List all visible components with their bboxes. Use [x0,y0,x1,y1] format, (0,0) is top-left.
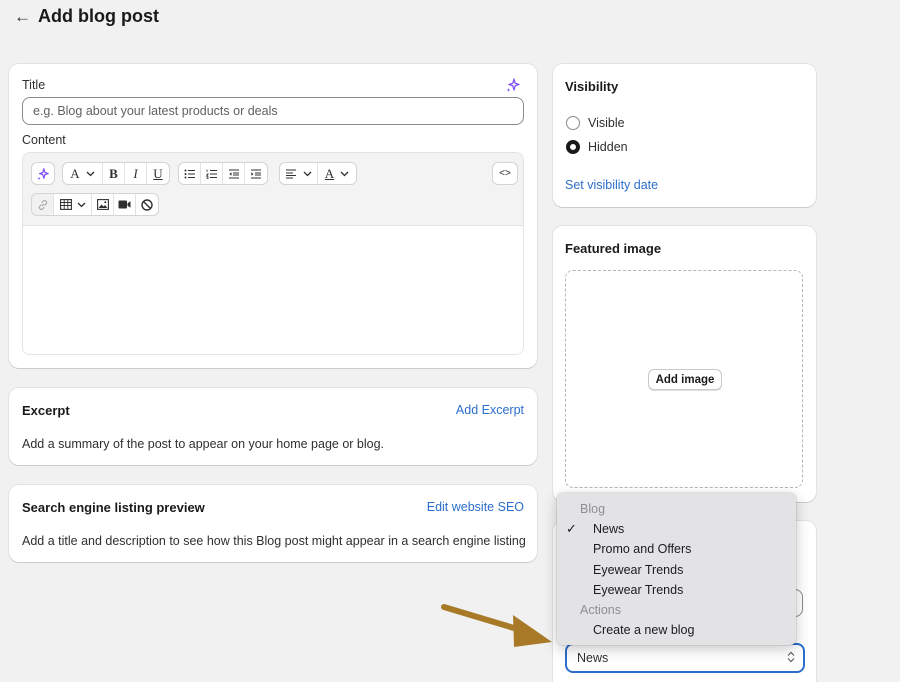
font-icon: A [70,165,80,181]
radio-label: Visible [588,116,625,130]
visibility-title: Visibility [565,79,619,94]
link-icon[interactable] [32,194,54,215]
title-input[interactable] [22,97,524,125]
title-label: Title [22,78,46,92]
content-textarea[interactable] [23,226,523,354]
insert-group [31,193,159,216]
dropdown-option-eyewear[interactable]: Eyewear Trends [557,560,796,580]
italic-icon[interactable]: I [125,163,147,184]
magic-group [31,162,55,185]
magic-icon[interactable] [505,77,521,93]
image-icon[interactable] [92,194,114,215]
text-format-group: A B I U [62,162,170,185]
align-color-group: A [279,162,357,185]
add-excerpt-link[interactable]: Add Excerpt [456,403,524,417]
blog-select[interactable]: News [565,643,805,673]
excerpt-description: Add a summary of the post to appear on y… [22,437,385,451]
dropdown-group-label: Blog [580,502,606,517]
radio-label: Hidden [588,140,628,154]
option-label: News [593,522,625,537]
dropdown-option-eyewear-2[interactable]: Eyewear Trends [557,580,796,600]
align-left-icon [286,168,296,179]
option-label: Eyewear Trends [593,582,684,597]
bold-icon[interactable]: B [103,163,125,184]
title-content-card: Title Content A B I U [9,64,537,368]
seo-title: Search engine listing preview [22,500,205,515]
chevron-down-icon [340,171,349,176]
clear-formatting-icon[interactable] [136,194,158,215]
font-dropdown[interactable]: A [63,163,103,184]
option-label: Eyewear Trends [593,562,684,577]
blog-dropdown-menu: Blog ✓ News Promo and Offers Eyewear Tre… [557,493,796,645]
code-group: <> [492,162,518,185]
featured-image-title: Featured image [565,241,662,256]
bulleted-list-icon[interactable] [179,163,201,184]
table-dropdown[interactable] [54,194,92,215]
dropdown-option-promo[interactable]: Promo and Offers [557,539,796,559]
editor-toolbar: A B I U A <> [23,153,523,226]
option-label: Create a new blog [593,623,695,638]
dropdown-group-label: Actions [580,603,621,618]
video-icon[interactable] [114,194,136,215]
dropdown-option-news[interactable]: ✓ News [557,519,796,539]
featured-image-card: Featured image Add image [553,226,816,502]
option-label: Promo and Offers [593,542,692,557]
list-group [178,162,268,185]
table-icon [59,199,72,210]
edit-seo-link[interactable]: Edit website SEO [427,500,524,514]
arrow-left-icon[interactable]: ← [14,8,31,25]
text-color-icon: A [324,165,335,181]
content-editor: A B I U A <> [22,152,524,355]
image-dropzone[interactable]: Add image [565,270,803,488]
radio-hidden[interactable]: Hidden [566,140,628,154]
underline-icon[interactable]: U [147,163,169,184]
page-header: ← Add blog post [14,4,159,28]
blog-select-value: News [577,651,609,665]
magic-icon[interactable] [32,163,54,184]
code-view-icon[interactable]: <> [493,163,517,184]
indent-icon[interactable] [245,163,267,184]
checkmark-icon: ✓ [566,521,577,537]
content-label: Content [22,133,66,147]
radio-visible[interactable]: Visible [566,116,625,130]
chevron-down-icon [86,171,95,176]
add-image-button[interactable]: Add image [648,369,722,390]
chevron-up-down-icon [787,651,795,665]
chevron-down-icon [303,171,312,176]
seo-card: Search engine listing preview Edit websi… [9,485,537,562]
dropdown-option-create-blog[interactable]: Create a new blog [557,620,796,640]
seo-description: Add a title and description to see how t… [22,534,526,548]
numbered-list-icon[interactable] [201,163,223,184]
page-title: Add blog post [38,5,159,26]
chevron-down-icon [77,202,85,207]
align-dropdown[interactable] [280,163,318,184]
excerpt-card: Excerpt Add Excerpt Add a summary of the… [9,388,537,465]
visibility-card: Visibility Visible Hidden Set visibility… [553,64,816,207]
text-color-dropdown[interactable]: A [318,163,356,184]
excerpt-title: Excerpt [22,403,70,418]
annotation-arrow-icon [441,604,552,647]
radio-button[interactable] [566,116,580,130]
outdent-icon[interactable] [223,163,245,184]
radio-button[interactable] [566,140,580,154]
set-visibility-date-link[interactable]: Set visibility date [565,178,658,192]
